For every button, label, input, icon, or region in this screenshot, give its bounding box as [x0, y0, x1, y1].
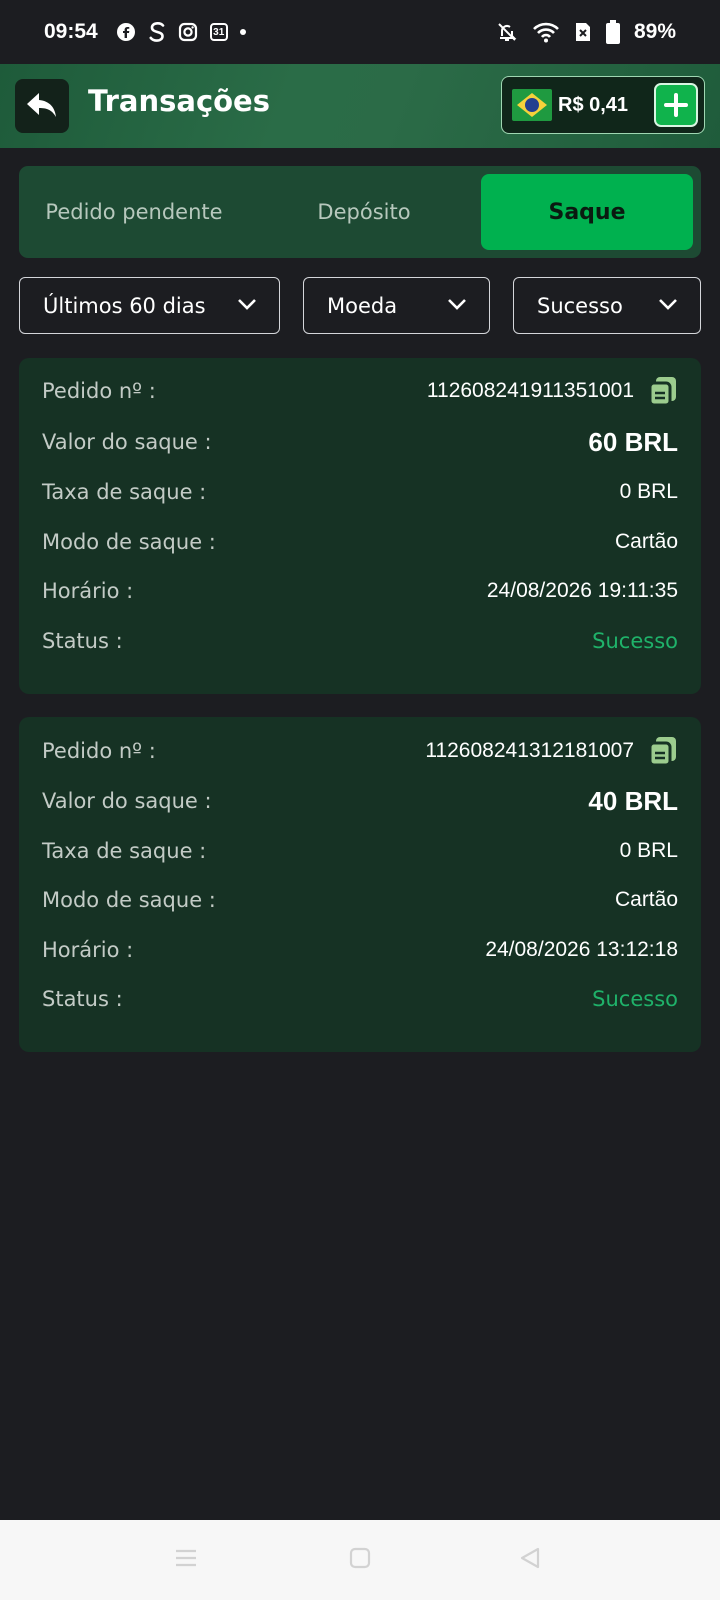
period-filter-value: Últimos 60 dias — [43, 293, 206, 318]
status-label: Status : — [42, 629, 123, 653]
mode-row: Modo de saque : Cartão — [42, 522, 678, 562]
wifi-icon — [533, 22, 559, 43]
page-title: Transações — [88, 84, 270, 118]
add-funds-button[interactable] — [654, 83, 698, 127]
back-icon[interactable] — [518, 1546, 542, 1570]
fee-value: 0 BRL — [619, 480, 678, 503]
amount-row: Valor do saque : 40 BRL — [42, 781, 678, 821]
chevron-down-icon — [238, 299, 256, 310]
mode-label: Modo de saque : — [42, 888, 216, 912]
s-app-icon — [149, 21, 165, 42]
time-value: 24/08/2026 13:12:18 — [485, 938, 678, 961]
time-row: Horário : 24/08/2026 19:11:35 — [42, 571, 678, 611]
back-button[interactable] — [15, 79, 69, 133]
status-filter-dropdown[interactable]: Sucesso — [513, 277, 701, 334]
mode-value: Cartão — [614, 888, 678, 911]
time-row: Horário : 24/08/2026 13:12:18 — [42, 930, 678, 970]
time-value: 24/08/2026 19:11:35 — [486, 579, 678, 602]
calendar-icon: 31 — [209, 23, 228, 41]
fee-label: Taxa de saque : — [42, 839, 207, 863]
sim-x-icon — [575, 23, 590, 41]
amount-label: Valor do saque : — [42, 430, 212, 454]
status-label: Status : — [42, 987, 123, 1011]
mode-row: Modo de saque : Cartão — [42, 880, 678, 920]
transaction-card: Pedido nº : 112608241312181007 Valor do … — [19, 717, 701, 1052]
order-row: Pedido nº : 112608241911351001 — [42, 371, 678, 411]
notification-dot — [239, 29, 246, 35]
period-filter-dropdown[interactable]: Últimos 60 dias — [19, 277, 280, 334]
order-label: Pedido nº : — [42, 739, 156, 763]
battery-icon — [605, 20, 620, 44]
transaction-type-tabs: Pedido pendente Depósito Saque — [19, 166, 701, 258]
calendar-day: 31 — [213, 26, 225, 38]
amount-label: Valor do saque : — [42, 789, 212, 813]
copy-icon[interactable] — [648, 735, 678, 767]
status-bar: 09:54 31 89% — [0, 0, 720, 64]
home-icon[interactable] — [348, 1546, 372, 1570]
status-value: Sucesso — [592, 629, 678, 653]
fee-value: 0 BRL — [619, 839, 678, 862]
status-value: Sucesso — [592, 987, 678, 1011]
currency-filter-dropdown[interactable]: Moeda — [303, 277, 490, 334]
status-time: 09:54 — [44, 20, 98, 43]
currency-filter-value: Moeda — [327, 293, 398, 318]
balance-widget[interactable]: R$ 0,41 — [501, 76, 705, 134]
instagram-icon — [178, 22, 197, 42]
battery-level: 89% — [633, 20, 676, 43]
chevron-down-icon — [659, 299, 677, 310]
status-filter-value: Sucesso — [537, 293, 623, 318]
order-number-value: 112608241911351001 — [427, 375, 678, 407]
brazil-flag-icon — [512, 89, 552, 121]
fee-label: Taxa de saque : — [42, 480, 207, 504]
recent-apps-icon[interactable] — [174, 1546, 198, 1570]
chevron-down-icon — [448, 299, 466, 310]
time-label: Horário : — [42, 938, 134, 962]
facebook-icon — [116, 23, 135, 41]
tab-deposit[interactable]: Depósito — [264, 174, 464, 250]
mute-bell-icon — [498, 23, 517, 41]
system-navigation-bar — [0, 1520, 720, 1600]
order-label: Pedido nº : — [42, 379, 156, 403]
app-header: Transações R$ 0,41 — [0, 64, 720, 148]
time-label: Horário : — [42, 579, 134, 603]
order-row: Pedido nº : 112608241312181007 — [42, 731, 678, 771]
fee-row: Taxa de saque : 0 BRL — [42, 831, 678, 871]
balance-amount: R$ 0,41 — [558, 93, 629, 116]
tab-withdraw[interactable]: Saque — [481, 174, 693, 250]
copy-icon[interactable] — [648, 375, 678, 407]
amount-value: 60 BRL — [588, 426, 678, 457]
tab-pending-order[interactable]: Pedido pendente — [19, 174, 249, 250]
fee-row: Taxa de saque : 0 BRL — [42, 472, 678, 512]
transaction-card: Pedido nº : 112608241911351001 Valor do … — [19, 358, 701, 694]
amount-row: Valor do saque : 60 BRL — [42, 422, 678, 462]
status-row: Status : Sucesso — [42, 979, 678, 1019]
order-number-value: 112608241312181007 — [425, 735, 678, 767]
status-row: Status : Sucesso — [42, 621, 678, 661]
plus-icon — [664, 93, 688, 117]
mode-label: Modo de saque : — [42, 530, 216, 554]
amount-value: 40 BRL — [588, 785, 678, 816]
mode-value: Cartão — [614, 530, 678, 553]
back-arrow-icon — [27, 93, 56, 117]
